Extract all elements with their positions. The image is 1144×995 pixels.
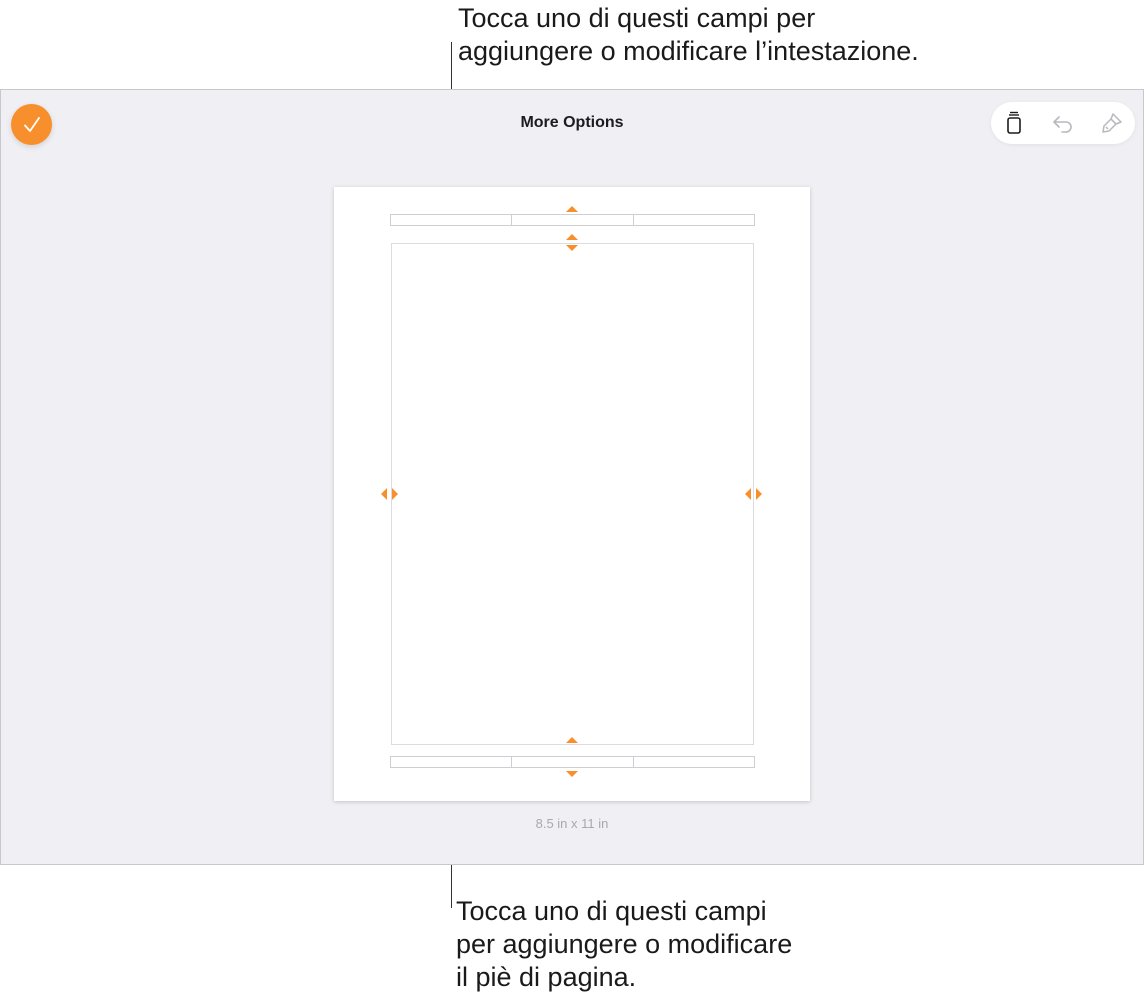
footer-callout-line-2: per aggiungere o modificare <box>456 929 793 959</box>
right-arrow-icon <box>392 488 398 500</box>
clear-document-button[interactable] <box>1001 110 1027 136</box>
left-arrow-icon <box>381 488 387 500</box>
document-body-area <box>391 243 754 745</box>
format-brush-icon <box>1102 113 1122 133</box>
toolbar <box>991 102 1135 144</box>
right-arrow-icon <box>756 488 762 500</box>
header-center-field[interactable] <box>511 215 632 225</box>
clear-document-icon <box>1007 111 1021 134</box>
left-margin-handle[interactable] <box>379 486 401 502</box>
page-title: More Options <box>520 114 624 131</box>
header-left-field[interactable] <box>391 215 511 225</box>
format-brush-button[interactable] <box>1099 110 1125 136</box>
footer-callout-line-3: il piè di pagina. <box>456 962 637 992</box>
down-arrow-icon <box>566 771 578 777</box>
top-margin-handle[interactable] <box>564 232 580 254</box>
undo-button[interactable] <box>1050 110 1076 136</box>
right-margin-handle[interactable] <box>743 486 765 502</box>
footer-margin-handle[interactable] <box>564 769 580 779</box>
header-callout-line-1: Tocca uno di questi campi per <box>458 3 816 33</box>
down-arrow-icon <box>566 245 578 251</box>
up-arrow-icon <box>566 737 578 743</box>
undo-icon <box>1053 116 1072 133</box>
header-right-field[interactable] <box>632 215 754 225</box>
bottom-margin-handle[interactable] <box>564 735 580 745</box>
page-size-label: 8.5 in x 11 in <box>535 816 609 831</box>
footer-right-field[interactable] <box>632 757 754 767</box>
header-margin-handle[interactable] <box>564 204 580 214</box>
up-arrow-icon <box>566 234 578 240</box>
header-fields <box>390 214 755 226</box>
footer-callout-line-1: Tocca uno di questi campi <box>456 896 767 926</box>
left-arrow-icon <box>745 488 751 500</box>
header-callout: Tocca uno di questi campi per aggiungere… <box>458 2 919 68</box>
up-arrow-icon <box>566 206 578 212</box>
footer-callout: Tocca uno di questi campi per aggiungere… <box>456 895 792 994</box>
footer-center-field[interactable] <box>511 757 632 767</box>
page-preview <box>334 187 810 801</box>
header-callout-line-2: aggiungere o modificare l’intestazione. <box>458 36 919 66</box>
footer-fields <box>390 756 755 768</box>
more-options-screen: More Options 8.5 in x 11 in <box>0 89 1144 865</box>
footer-left-field[interactable] <box>391 757 511 767</box>
